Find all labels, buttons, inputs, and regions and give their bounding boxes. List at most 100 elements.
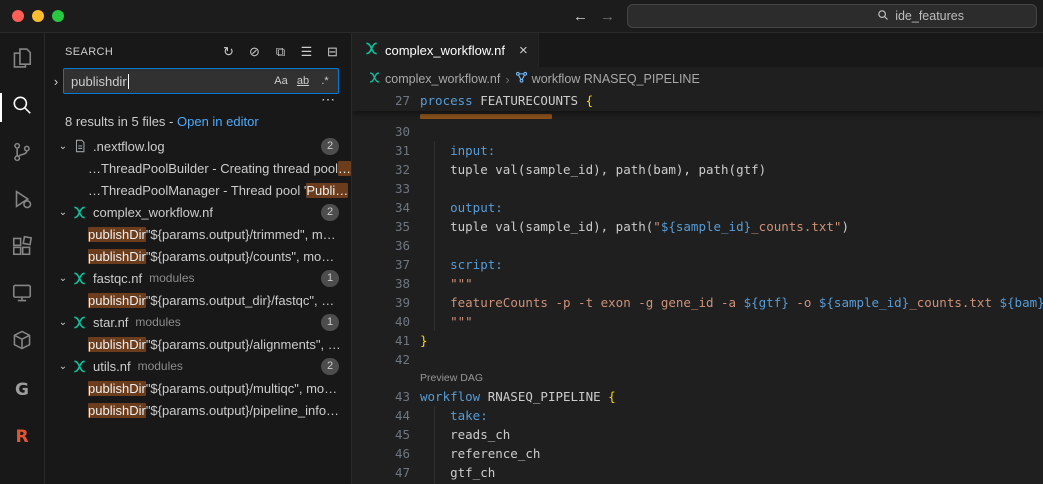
back-arrow-icon[interactable]: ← <box>573 8 588 25</box>
search-file-row[interactable]: ⌄utils.nfmodules2 <box>45 355 351 377</box>
code-line[interactable]: 37 script: <box>352 255 1043 274</box>
collapse-all-icon[interactable]: ⊟ <box>324 43 341 60</box>
activity-bar-item-run-debug[interactable] <box>0 178 45 225</box>
chevron-down-icon[interactable]: ⌄ <box>55 361 71 372</box>
log-file-icon <box>71 138 88 154</box>
open-in-editor-link[interactable]: Open in editor <box>177 114 259 129</box>
sticky-scroll-line[interactable]: 27process FEATURECOUNTS { <box>352 91 1043 111</box>
search-match-row[interactable]: publishDir "${params.output}/trimmed", m… <box>45 223 351 245</box>
code-line[interactable]: 41} <box>352 331 1043 350</box>
line-number: 40 <box>352 312 410 331</box>
search-match-highlight-sliver <box>420 114 552 119</box>
code-line[interactable]: 43workflow RNASEQ_PIPELINE { <box>352 387 1043 406</box>
search-file-row[interactable]: ⌄.nextflow.log2 <box>45 135 351 157</box>
close-window-button[interactable] <box>12 10 24 22</box>
editor-group: complex_workflow.nf × complex_workflow.n… <box>352 33 1043 484</box>
line-number: 38 <box>352 274 410 293</box>
chevron-down-icon[interactable]: ⌄ <box>55 207 71 218</box>
view-as-list-icon[interactable]: ☰ <box>298 43 315 60</box>
refresh-icon[interactable]: ↻ <box>220 43 237 60</box>
line-number: 30 <box>352 122 410 141</box>
code-line[interactable]: 46 reference_ch <box>352 444 1043 463</box>
match-case-toggle[interactable]: Aa <box>271 71 291 91</box>
code-line[interactable]: 44 take: <box>352 406 1043 425</box>
search-file-row[interactable]: ⌄complex_workflow.nf2 <box>45 201 351 223</box>
line-number: 46 <box>352 444 410 463</box>
nextflow-file-icon <box>364 41 379 59</box>
search-match-row[interactable]: publishDir "${params.output}/counts", mo… <box>45 245 351 267</box>
line-number: 37 <box>352 255 410 274</box>
toggle-search-details-icon[interactable]: ⋯ <box>321 94 335 109</box>
code-line[interactable]: 35 tuple val(sample_id), path("${sample_… <box>352 217 1043 236</box>
forward-arrow-icon[interactable]: → <box>600 8 615 25</box>
chevron-down-icon[interactable]: ⌄ <box>55 141 71 152</box>
line-number: 41 <box>352 331 410 350</box>
match-highlight: … <box>338 161 351 176</box>
search-file-row[interactable]: ⌄star.nfmodules1 <box>45 311 351 333</box>
search-file-row[interactable]: ⌄ fastqc.nf modules 1 <box>45 267 351 289</box>
code-line[interactable]: 45 reads_ch <box>352 425 1043 444</box>
clear-results-icon[interactable]: ⊘ <box>246 43 263 60</box>
code-lines: 3031 input:32 tuple val(sample_id), path… <box>352 122 1043 484</box>
code-line[interactable]: 34 output: <box>352 198 1043 217</box>
search-input[interactable]: publishdir Aaab.* <box>63 68 339 94</box>
search-match-row[interactable]: publishDir "${params.output}/alignments"… <box>45 333 351 355</box>
chevron-down-icon[interactable]: ⌄ <box>55 273 71 284</box>
preview-dag-codelens[interactable]: Preview DAG <box>352 369 1043 387</box>
search-match-row[interactable]: publishDir "${params.output_dir}/fastqc"… <box>45 289 351 311</box>
search-match-row[interactable]: publishDir "${params.output}/multiqc", m… <box>45 377 351 399</box>
match-count-badge: 1 <box>321 270 339 287</box>
nextflow-file-icon <box>71 270 88 286</box>
results-count-text: 8 results in 5 files <box>65 114 165 129</box>
line-number: 31 <box>352 141 410 160</box>
search-sidebar: SEARCH ↻⊘⧉☰⊟ › publishdir Aaab.* ⋯ 8 res… <box>45 33 352 484</box>
match-highlight: publishDir <box>88 249 146 264</box>
code-line[interactable]: 31 input: <box>352 141 1043 160</box>
search-match-row[interactable]: …ThreadPoolManager - Thread pool 'Publi… <box>45 179 351 201</box>
activity-bar-item-r-lang[interactable]: R <box>0 413 45 460</box>
file-folder-label: modules <box>138 359 183 373</box>
code-line[interactable]: 38 """ <box>352 274 1043 293</box>
activity-bar-item-package[interactable] <box>0 319 45 366</box>
nextflow-file-icon <box>368 71 381 87</box>
workflow-symbol-icon <box>515 71 528 87</box>
file-folder-label: modules <box>135 315 180 329</box>
code-editor[interactable]: 27process FEATURECOUNTS { 3031 input:32 … <box>352 91 1043 484</box>
activity-bar-item-source-control[interactable] <box>0 131 45 178</box>
tab-complex-workflow[interactable]: complex_workflow.nf × <box>352 33 539 67</box>
minimize-window-button[interactable] <box>32 10 44 22</box>
file-name: star.nf <box>93 315 128 330</box>
search-match-row[interactable]: …ThreadPoolBuilder - Creating thread poo… <box>45 157 351 179</box>
zoom-window-button[interactable] <box>52 10 64 22</box>
code-line[interactable]: 32 tuple val(sample_id), path(bam), path… <box>352 160 1043 179</box>
file-folder-label: modules <box>149 271 194 285</box>
activity-bar-item-gitlens[interactable]: G <box>0 366 45 413</box>
titlebar-search-box[interactable]: ide_features <box>627 4 1037 28</box>
tab-bar: complex_workflow.nf × <box>352 33 1043 67</box>
toggle-replace-icon[interactable]: › <box>49 74 63 89</box>
code-line[interactable]: 47 gtf_ch <box>352 463 1043 482</box>
close-tab-icon[interactable]: × <box>519 42 528 59</box>
activity-bar-item-extensions[interactable] <box>0 225 45 272</box>
code-line[interactable]: 30 <box>352 122 1043 141</box>
new-search-editor-icon[interactable]: ⧉ <box>272 43 289 60</box>
titlebar: ← → ide_features <box>0 0 1043 33</box>
code-line[interactable]: 36 <box>352 236 1043 255</box>
chevron-down-icon[interactable]: ⌄ <box>55 317 71 328</box>
activity-bar-item-search[interactable] <box>0 84 45 131</box>
code-line[interactable]: 42 <box>352 350 1043 369</box>
code-line[interactable]: 40 """ <box>352 312 1043 331</box>
breadcrumb-symbol[interactable]: workflow RNASEQ_PIPELINE <box>515 71 700 87</box>
use-regex-toggle[interactable]: .* <box>315 71 335 91</box>
code-line[interactable]: 33 <box>352 179 1043 198</box>
whole-word-toggle[interactable]: ab <box>293 71 313 91</box>
line-number: 34 <box>352 198 410 217</box>
line-number: 42 <box>352 350 410 369</box>
code-line[interactable]: 39 featureCounts -p -t exon -g gene_id -… <box>352 293 1043 312</box>
activity-bar-item-explorer[interactable] <box>0 37 45 84</box>
tab-label: complex_workflow.nf <box>385 43 505 58</box>
search-match-row[interactable]: publishDir "${params.output}/pipeline_in… <box>45 399 351 421</box>
file-name: fastqc.nf <box>93 271 142 286</box>
breadcrumb-file[interactable]: complex_workflow.nf <box>368 71 500 87</box>
activity-bar-item-remote-explorer[interactable] <box>0 272 45 319</box>
